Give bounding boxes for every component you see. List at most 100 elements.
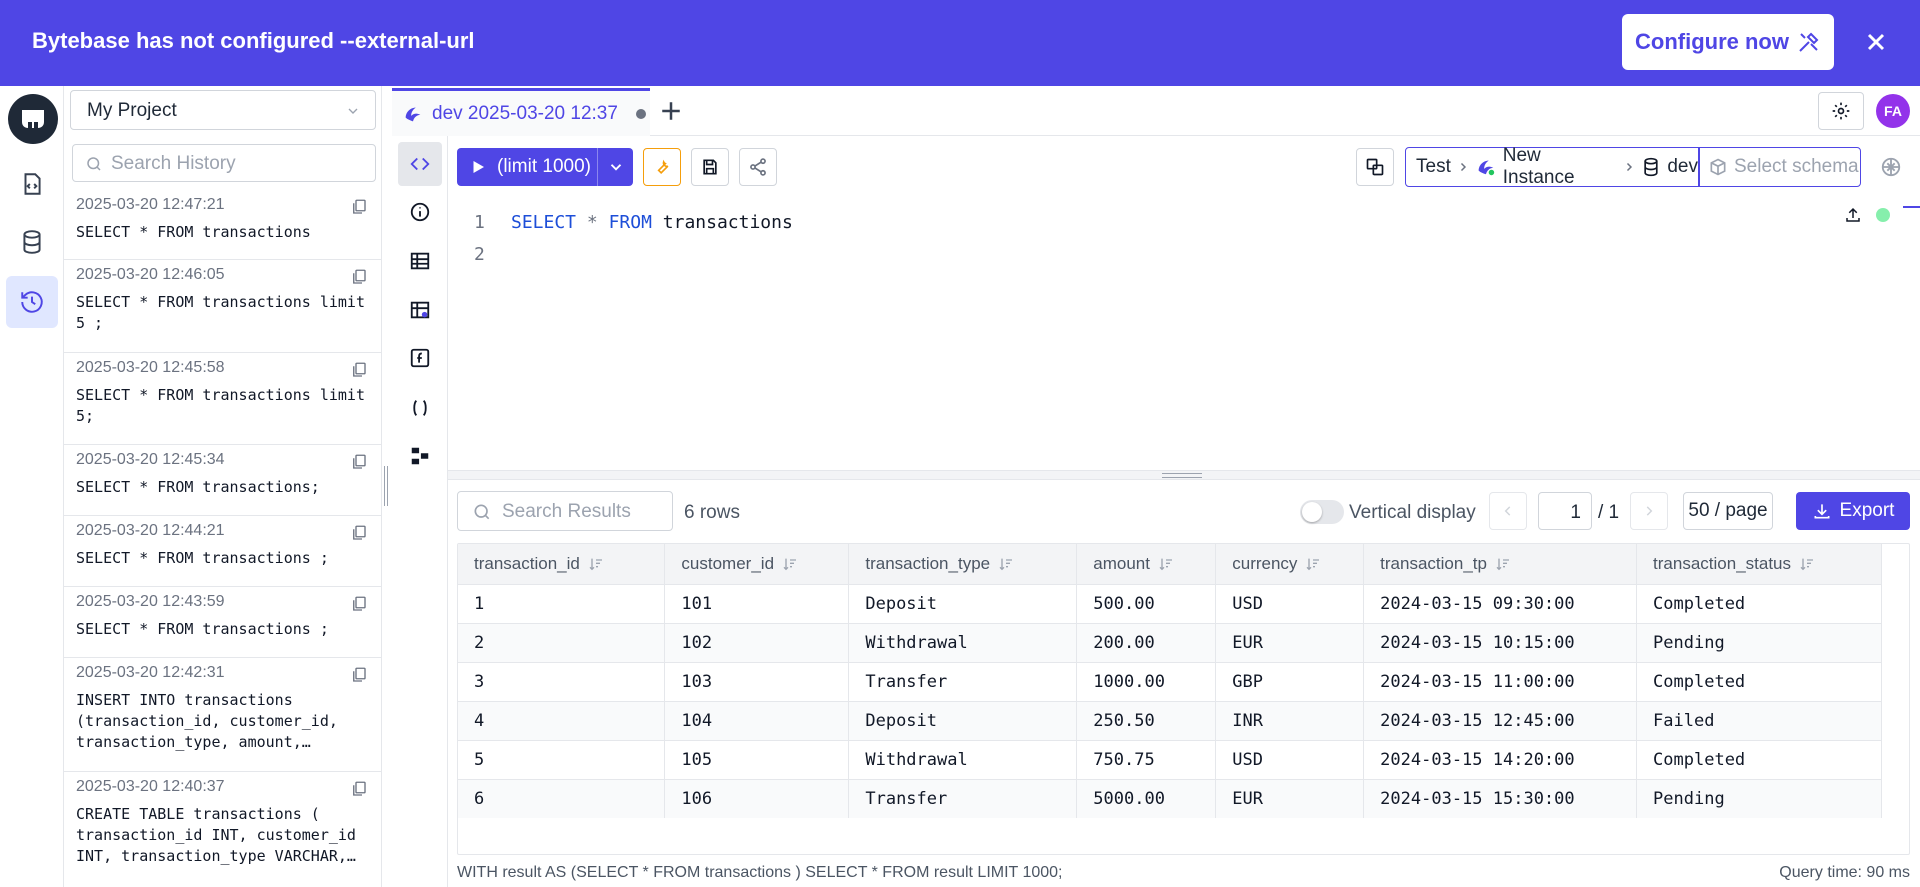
sort-icon[interactable] [998, 556, 1014, 572]
column-header[interactable]: transaction_id [458, 544, 666, 584]
table-cell[interactable]: 2024-03-15 15:30:00 [1363, 778, 1638, 818]
table-cell[interactable]: 2024-03-15 11:00:00 [1363, 661, 1638, 701]
table-cell[interactable]: Withdrawal [848, 622, 1078, 662]
history-item[interactable]: 2025-03-20 12:42:31 INSERT INTO transact… [64, 658, 382, 772]
column-header[interactable]: customer_id [664, 544, 850, 584]
table-cell[interactable]: 6 [458, 778, 666, 818]
table-cell[interactable]: 500.00 [1076, 583, 1217, 623]
admin-mode-button[interactable] [643, 148, 681, 186]
table-icon[interactable] [398, 239, 442, 283]
table-cell[interactable]: 106 [664, 778, 850, 818]
search-history-input[interactable]: Search History [72, 144, 376, 182]
editor-result-divider[interactable] [448, 470, 1920, 480]
sql-editor[interactable]: 1 2 SELECT * FROM transactions [448, 194, 1920, 470]
next-page-button[interactable] [1630, 492, 1668, 530]
table-cell[interactable]: 2024-03-15 12:45:00 [1363, 700, 1638, 740]
search-results-input[interactable]: Search Results [457, 491, 673, 531]
table-cell[interactable]: 103 [664, 661, 850, 701]
table-cell[interactable]: 4 [458, 700, 666, 740]
history-item[interactable]: 2025-03-20 12:45:58 SELECT * FROM transa… [64, 353, 382, 445]
copy-icon[interactable] [350, 361, 368, 379]
save-button[interactable] [691, 148, 729, 186]
table-cell[interactable]: 750.75 [1076, 739, 1217, 779]
column-header[interactable]: amount [1076, 544, 1217, 584]
ai-assistant-icon[interactable] [1880, 156, 1902, 178]
copy-icon[interactable] [350, 453, 368, 471]
code-icon[interactable] [398, 142, 442, 186]
sort-icon[interactable] [588, 556, 604, 572]
configure-now-button[interactable]: Configure now [1622, 14, 1834, 70]
table-cell[interactable]: Pending [1636, 778, 1882, 818]
chevron-down-icon[interactable] [607, 158, 625, 176]
export-button[interactable]: Export [1796, 492, 1910, 530]
sort-icon[interactable] [782, 556, 798, 572]
share-button[interactable] [739, 148, 777, 186]
settings-button[interactable] [1818, 92, 1864, 130]
sort-icon[interactable] [1799, 556, 1815, 572]
table-cell[interactable]: 2024-03-15 14:20:00 [1363, 739, 1638, 779]
table-view-icon[interactable] [398, 288, 442, 332]
table-cell[interactable]: USD [1215, 583, 1365, 623]
panel-resize-handle[interactable] [384, 466, 388, 506]
table-cell[interactable]: Pending [1636, 622, 1882, 662]
table-cell[interactable]: EUR [1215, 622, 1365, 662]
copy-icon[interactable] [350, 524, 368, 542]
bytebase-logo-icon[interactable] [8, 94, 58, 144]
table-cell[interactable]: 5000.00 [1076, 778, 1217, 818]
history-item[interactable]: 2025-03-20 12:43:59 SELECT * FROM transa… [64, 587, 382, 658]
resize-grip-icon[interactable] [1162, 473, 1202, 478]
table-cell[interactable]: Deposit [848, 700, 1078, 740]
run-query-button[interactable]: (limit 1000) [457, 148, 633, 186]
table-cell[interactable]: GBP [1215, 661, 1365, 701]
worksheet-icon[interactable] [6, 158, 58, 210]
table-cell[interactable]: INR [1215, 700, 1365, 740]
table-cell[interactable]: 102 [664, 622, 850, 662]
table-cell[interactable]: 2024-03-15 09:30:00 [1363, 583, 1638, 623]
copy-icon[interactable] [350, 198, 368, 216]
avatar[interactable]: FA [1876, 94, 1910, 128]
table-cell[interactable]: Transfer [848, 778, 1078, 818]
copy-icon[interactable] [350, 666, 368, 684]
connection-button[interactable] [1356, 148, 1394, 186]
code-line[interactable]: SELECT * FROM transactions [511, 212, 793, 233]
history-item[interactable]: 2025-03-20 12:47:21 SELECT * FROM transa… [64, 190, 382, 260]
page-input[interactable]: 1 [1538, 492, 1592, 530]
sort-icon[interactable] [1495, 556, 1511, 572]
table-cell[interactable]: 101 [664, 583, 850, 623]
history-icon[interactable] [6, 276, 58, 328]
column-header[interactable]: currency [1215, 544, 1365, 584]
table-cell[interactable]: 5 [458, 739, 666, 779]
history-item[interactable]: 2025-03-20 12:45:34 SELECT * FROM transa… [64, 445, 382, 516]
table-cell[interactable]: 1000.00 [1076, 661, 1217, 701]
table-cell[interactable]: Completed [1636, 583, 1882, 623]
function-icon[interactable] [398, 336, 442, 380]
page-size-select[interactable]: 50 / page [1683, 492, 1773, 530]
project-select[interactable]: My Project [70, 90, 376, 130]
table-cell[interactable]: 250.50 [1076, 700, 1217, 740]
sort-icon[interactable] [1158, 556, 1174, 572]
table-cell[interactable]: 104 [664, 700, 850, 740]
table-cell[interactable]: 2 [458, 622, 666, 662]
table-cell[interactable]: 200.00 [1076, 622, 1217, 662]
table-cell[interactable]: 3 [458, 661, 666, 701]
column-header[interactable]: transaction_tp [1363, 544, 1638, 584]
table-cell[interactable]: 2024-03-15 10:15:00 [1363, 622, 1638, 662]
info-icon[interactable] [398, 190, 442, 234]
table-cell[interactable]: Deposit [848, 583, 1078, 623]
tab-dev[interactable]: dev 2025-03-20 12:37 [392, 88, 650, 136]
table-cell[interactable]: Failed [1636, 700, 1882, 740]
copy-icon[interactable] [350, 780, 368, 798]
diagram-icon[interactable] [398, 434, 442, 478]
close-icon[interactable] [1862, 28, 1890, 56]
history-item[interactable]: 2025-03-20 12:40:37 CREATE TABLE transac… [64, 772, 382, 872]
column-header[interactable]: transaction_status [1636, 544, 1882, 584]
connection-breadcrumb[interactable]: Test New Instance dev [1405, 145, 1699, 188]
history-item[interactable]: 2025-03-20 12:46:05 SELECT * FROM transa… [64, 260, 382, 353]
sort-icon[interactable] [1305, 556, 1321, 572]
plus-icon[interactable] [656, 96, 686, 126]
vertical-display-toggle[interactable] [1300, 500, 1344, 524]
table-cell[interactable]: Completed [1636, 739, 1882, 779]
procedure-icon[interactable] [398, 386, 442, 430]
table-cell[interactable]: 1 [458, 583, 666, 623]
table-cell[interactable]: Completed [1636, 661, 1882, 701]
